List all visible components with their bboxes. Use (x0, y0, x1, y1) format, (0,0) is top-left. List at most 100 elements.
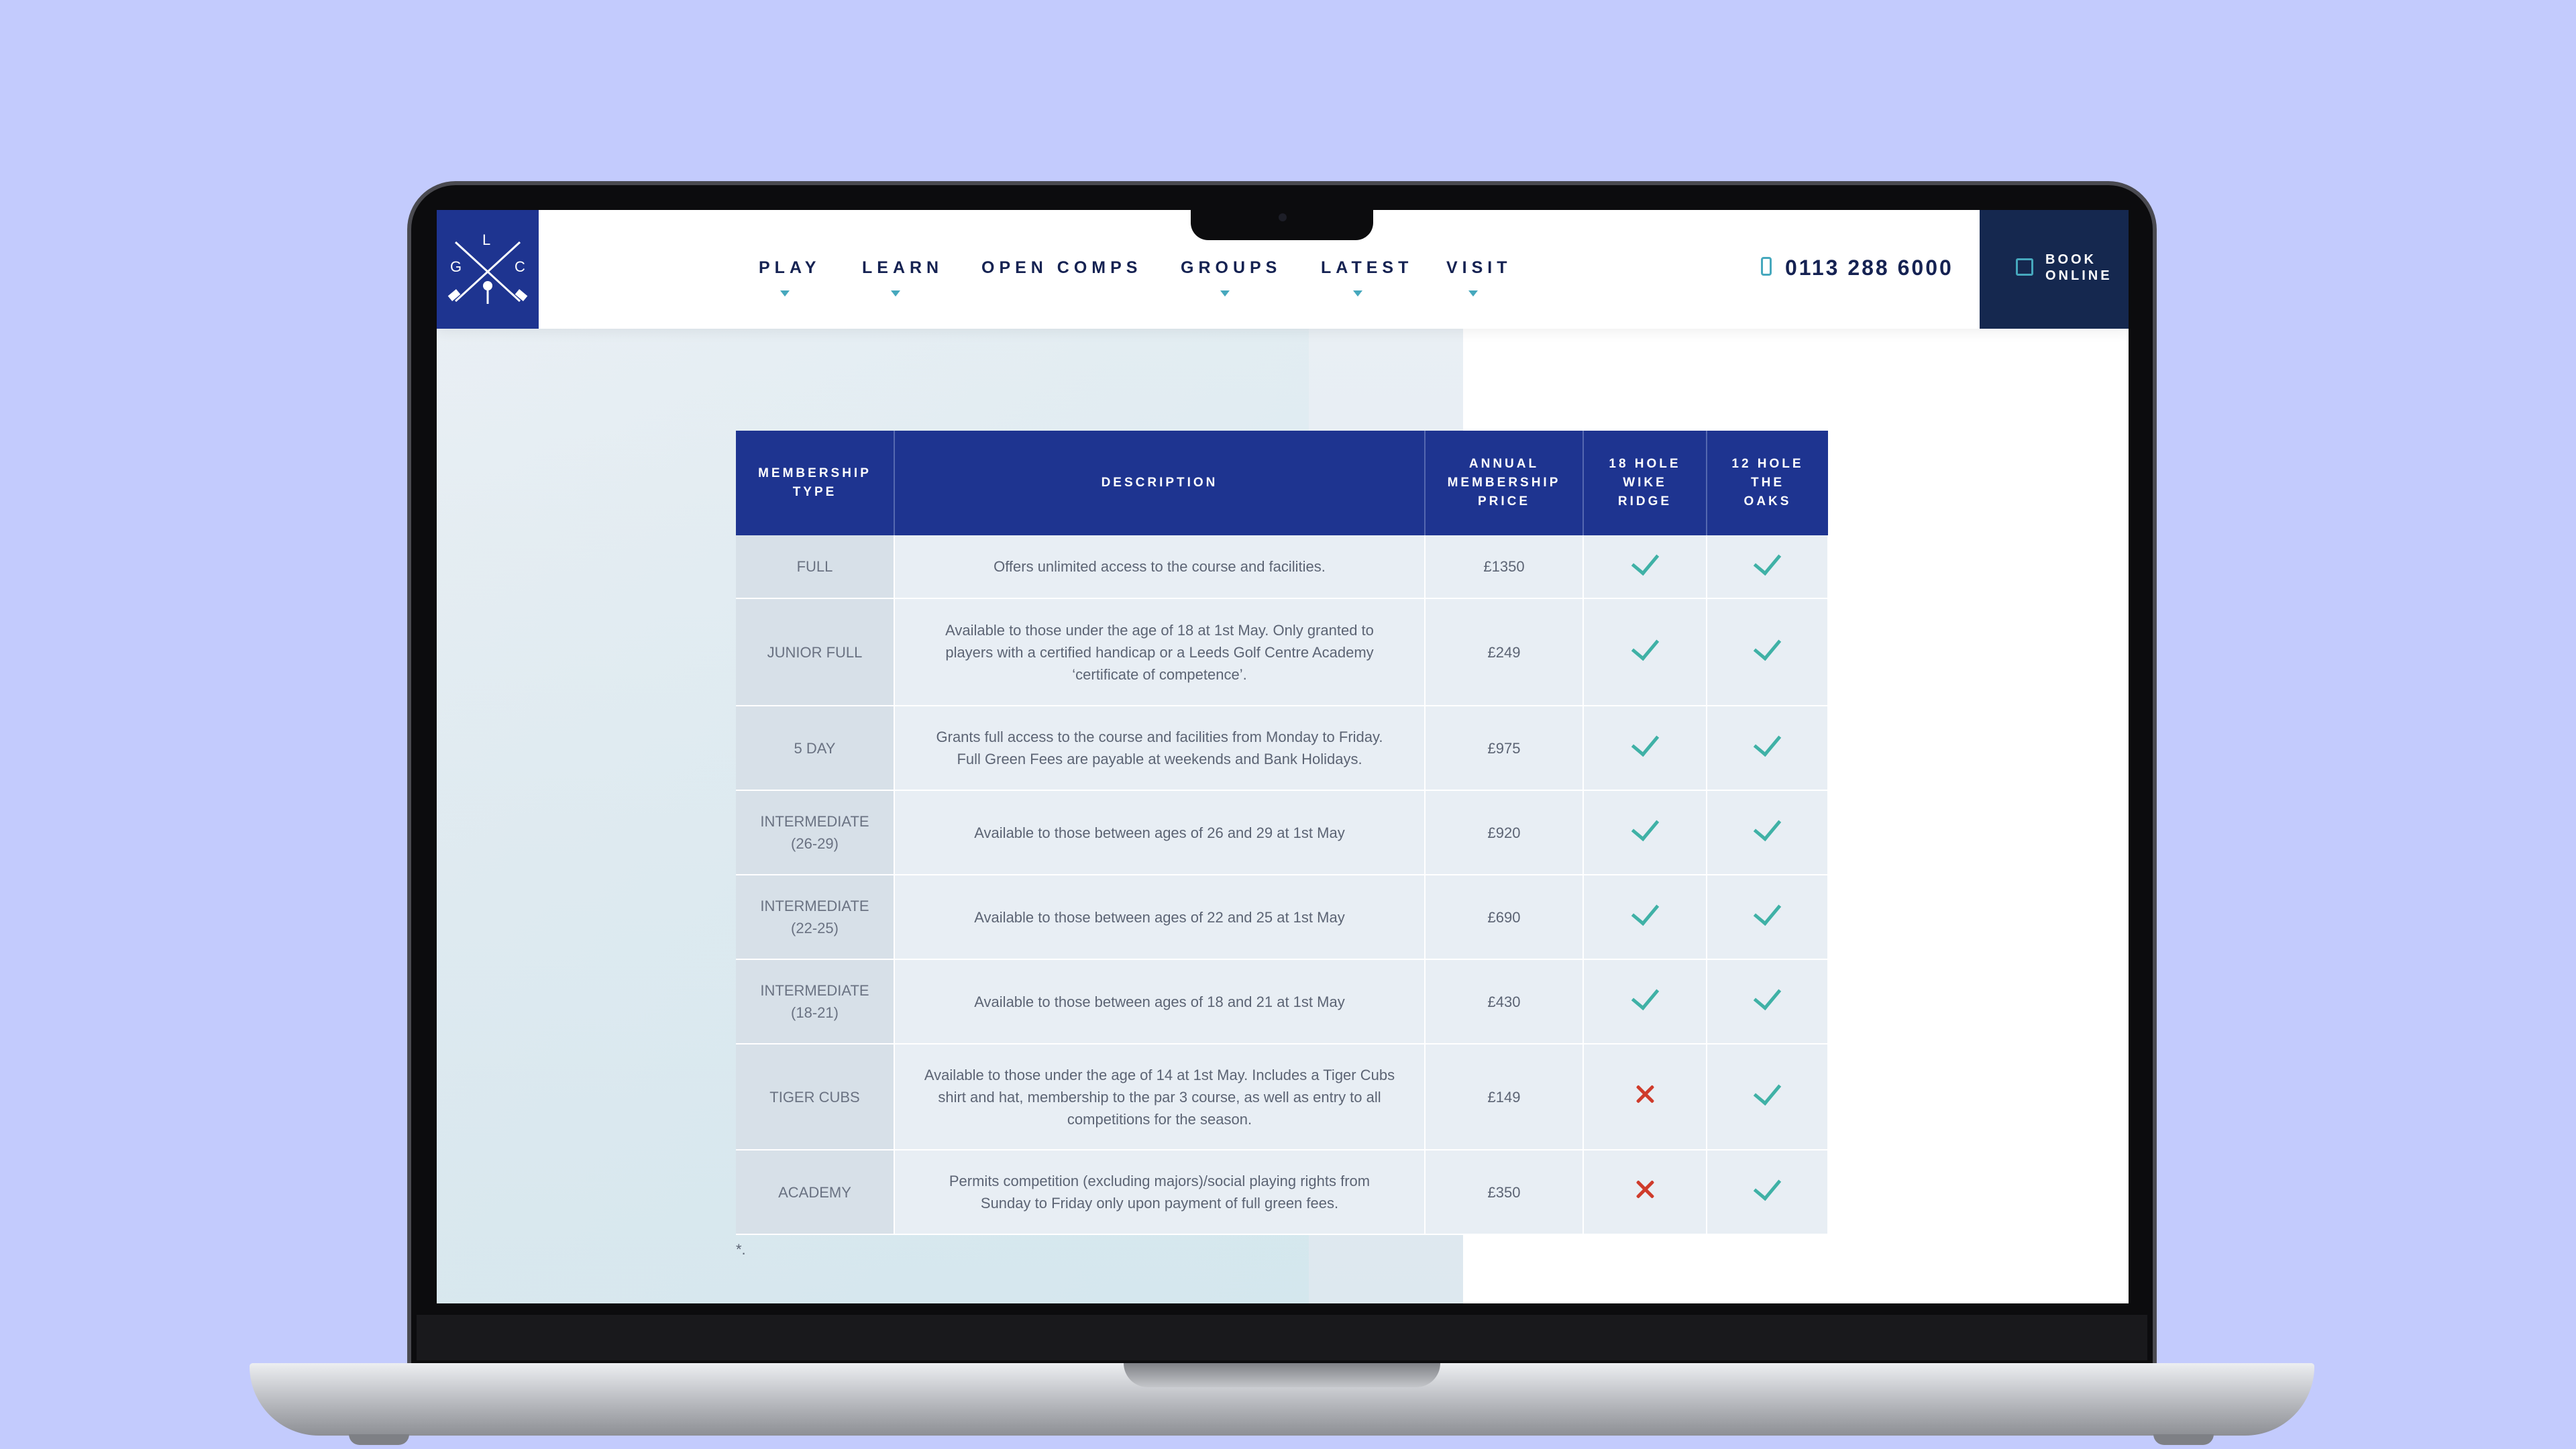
description-line: shirt and hat, membership to the par 3 c… (938, 1088, 1381, 1106)
checkmark-icon (1753, 1076, 1782, 1106)
checkmark-icon (1753, 631, 1782, 661)
availability-cell (1707, 790, 1829, 875)
membership-type-line: FULL (796, 558, 833, 575)
checkmark-icon (1631, 981, 1659, 1011)
footnote: *. (736, 1241, 746, 1258)
header-line: ANNUAL (1468, 457, 1540, 471)
club-logo[interactable]: L G C (437, 210, 539, 329)
chevron-down-icon (1220, 290, 1230, 297)
availability-cell (1583, 959, 1707, 1044)
membership-type-cell: INTERMEDIATE (22-25) (736, 875, 895, 960)
membership-type-line: (18-21) (791, 1004, 839, 1021)
checkmark-icon (1631, 812, 1659, 842)
description-cell: Available to those under the age of 18 a… (894, 598, 1426, 706)
availability-cell (1707, 598, 1829, 706)
logo-letter: G (450, 258, 462, 275)
membership-type-line: INTERMEDIATE (760, 813, 869, 830)
membership-type-cell: ACADEMY (736, 1150, 895, 1235)
price-cell: £350 (1425, 1150, 1584, 1235)
nav-item-learn[interactable]: LEARN (862, 258, 943, 278)
membership-type-line: ACADEMY (778, 1183, 851, 1201)
price-cell: £149 (1425, 1044, 1584, 1150)
availability-cell (1583, 790, 1707, 875)
price-cell: £920 (1425, 790, 1584, 875)
logo-letter: C (515, 258, 525, 275)
availability-cell (1583, 1044, 1707, 1150)
chevron-down-icon (1468, 290, 1478, 297)
table-row: INTERMEDIATE (26-29) Available to those be… (736, 790, 1829, 875)
header-line: THE (1751, 476, 1784, 490)
table-header-row: MEMBERSHIP TYPE DESCRIPTION ANNUAL MEMBE… (736, 431, 1828, 535)
price-cell: £1350 (1425, 535, 1584, 599)
nav-item-groups[interactable]: GROUPS (1181, 258, 1281, 278)
description-line: Grants full access to the course and fac… (936, 729, 1383, 745)
description-cell: Available to those between ages of 22 an… (894, 875, 1426, 960)
checkmark-icon (1631, 727, 1659, 757)
book-online-line2: ONLINE (2045, 268, 2112, 283)
checkmark-icon (1631, 631, 1659, 661)
checkmark-icon (1753, 896, 1782, 926)
membership-type-line: (26-29) (791, 835, 839, 852)
membership-type-cell: TIGER CUBS (736, 1044, 895, 1150)
description-cell: Permits competition (excluding majors)/s… (894, 1150, 1426, 1235)
description-cell: Offers unlimited access to the course an… (894, 535, 1426, 599)
availability-cell (1583, 706, 1707, 791)
membership-type-line: JUNIOR FULL (767, 643, 863, 661)
description-cell: Available to those under the age of 14 a… (894, 1044, 1426, 1150)
header-annual-price: ANNUAL MEMBERSHIP PRICE (1425, 431, 1584, 535)
membership-type-cell: INTERMEDIATE (18-21) (736, 959, 895, 1044)
header-line: MEMBERSHIP (1447, 476, 1561, 490)
checkmark-icon (1753, 1171, 1782, 1201)
availability-cell (1707, 535, 1829, 599)
table-row: INTERMEDIATE (18-21) Available to those be… (736, 959, 1829, 1044)
header-line: DESCRIPTION (1101, 476, 1218, 490)
nav-item-play[interactable]: PLAY (759, 258, 820, 278)
header-12-hole: 12 HOLE THE OAKS (1707, 431, 1828, 535)
table-row: FULL Offers unlimited access to the cours… (736, 535, 1829, 599)
table-body: FULL Offers unlimited access to the cours… (736, 535, 1829, 1235)
membership-type-line: 5 DAY (794, 739, 836, 757)
availability-cell (1707, 1044, 1829, 1150)
table-row: INTERMEDIATE (22-25) Available to those be… (736, 875, 1829, 960)
header-description: DESCRIPTION (894, 431, 1426, 535)
description-line: competitions for the season. (1067, 1110, 1252, 1128)
header-line: 12 HOLE (1731, 457, 1804, 471)
header-line: 18 HOLE (1609, 457, 1681, 471)
description-line: Available to those between ages of 26 an… (974, 824, 1345, 841)
header-line: MEMBERSHIP (758, 466, 871, 480)
membership-type-line: INTERMEDIATE (760, 982, 869, 999)
phone-number-link[interactable]: 0113 288 6000 (1785, 256, 1953, 280)
cross-icon (1635, 1179, 1655, 1199)
header-18-hole: 18 HOLE WIKE RIDGE (1583, 431, 1707, 535)
nav-item-open-comps[interactable]: OPEN COMPS (981, 258, 1142, 278)
cross-icon (1635, 1084, 1655, 1104)
checkmark-icon (1753, 546, 1782, 576)
membership-type-cell: 5 DAY (736, 706, 895, 791)
price-cell: £430 (1425, 959, 1584, 1044)
table-row: 5 DAY Grants full access to the course an… (736, 706, 1829, 791)
laptop-thumb-notch (1124, 1363, 1440, 1387)
mobile-phone-icon (1761, 257, 1772, 276)
availability-cell (1583, 1150, 1707, 1235)
description-cell: Available to those between ages of 26 an… (894, 790, 1426, 875)
laptop-foot-right (2153, 1434, 2214, 1445)
header-line: PRICE (1477, 494, 1531, 508)
price-cell: £249 (1425, 598, 1584, 706)
nav-item-latest[interactable]: LATEST (1321, 258, 1413, 278)
nav-item-visit[interactable]: VISIT (1446, 258, 1512, 278)
description-line: Permits competition (excluding majors)/s… (949, 1173, 1371, 1189)
membership-table: MEMBERSHIP TYPE DESCRIPTION ANNUAL MEMBE… (736, 431, 1829, 1235)
availability-cell (1583, 535, 1707, 599)
table-row: ACADEMY Permits competition (excluding ma… (736, 1150, 1829, 1235)
logo-letter: L (482, 231, 491, 248)
header-line: RIDGE (1617, 494, 1672, 508)
membership-type-cell: JUNIOR FULL (736, 598, 895, 706)
price-cell: £975 (1425, 706, 1584, 791)
book-online-line1: BOOK (2045, 252, 2096, 267)
membership-type-cell: FULL (736, 535, 895, 599)
table-row: TIGER CUBS Available to those under the a… (736, 1044, 1829, 1150)
camera-icon (1279, 213, 1287, 221)
description-line: Available to those under the age of 14 a… (924, 1066, 1395, 1083)
availability-cell (1583, 875, 1707, 960)
book-online-button[interactable]: BOOK ONLINE (1980, 210, 2129, 329)
